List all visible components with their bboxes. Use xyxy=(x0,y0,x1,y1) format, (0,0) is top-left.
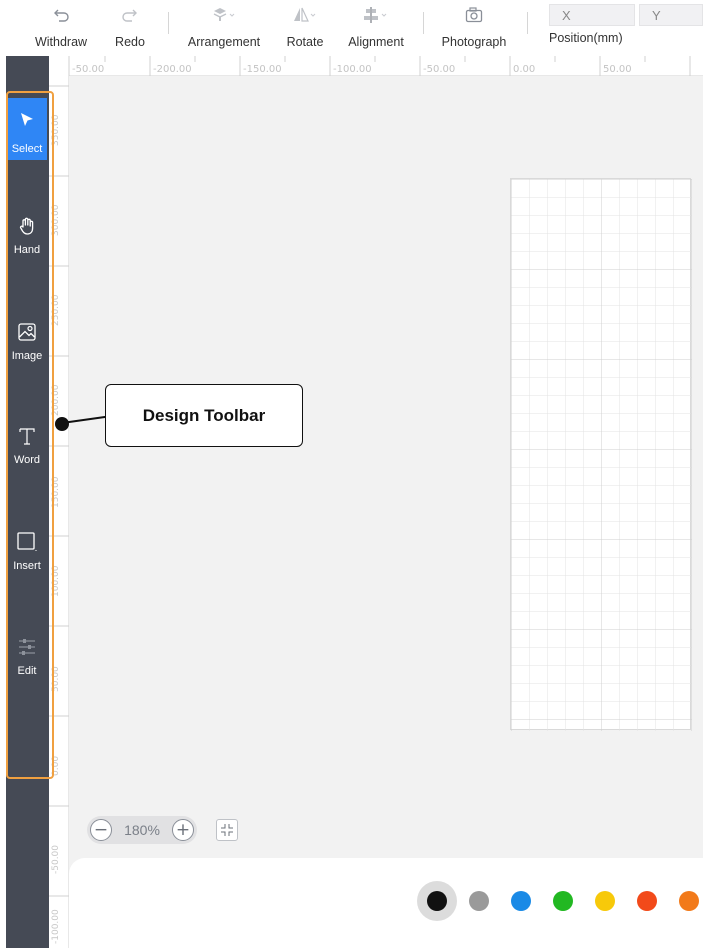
top-toolbar: Withdraw Redo Arrangement Rotate Alignme… xyxy=(0,0,703,56)
flip-icon xyxy=(292,2,318,28)
zoom-out-button[interactable]: − xyxy=(90,819,112,841)
arrangement-label: Arrangement xyxy=(187,35,261,49)
ruler-label: -200.00 xyxy=(153,64,192,75)
redo-label: Redo xyxy=(115,35,145,49)
photograph-label: Photograph xyxy=(441,35,507,49)
ruler-label: -100.00 xyxy=(51,909,61,944)
toolbar-divider xyxy=(168,12,169,34)
zoom-control: − 180% + xyxy=(87,816,197,844)
position-x-field[interactable]: X xyxy=(549,4,635,26)
ruler-label: -50.00 xyxy=(423,64,456,75)
color-swatch-black[interactable] xyxy=(427,891,447,911)
ruler-label: -150.00 xyxy=(243,64,282,75)
ruler-label: -100.00 xyxy=(333,64,372,75)
camera-icon xyxy=(465,2,483,28)
color-swatch-gray[interactable] xyxy=(469,891,489,911)
withdraw-label: Withdraw xyxy=(34,35,88,49)
toolbar-divider xyxy=(527,12,528,34)
ruler-label: 0.00 xyxy=(513,64,536,75)
toolbar-highlight xyxy=(6,91,54,779)
position-label: Position(mm) xyxy=(549,31,623,45)
redo-icon xyxy=(122,2,138,28)
withdraw-button[interactable]: Withdraw xyxy=(30,2,92,54)
ruler-label: -50.00 xyxy=(72,64,105,75)
design-toolbar-callout: Design Toolbar xyxy=(105,384,303,447)
color-swatch-red[interactable] xyxy=(637,891,657,911)
alignment-button[interactable]: Alignment xyxy=(343,2,409,54)
position-y-field[interactable]: Y xyxy=(639,4,703,26)
arrangement-button[interactable]: Arrangement xyxy=(183,2,265,54)
align-icon xyxy=(363,2,389,28)
color-swatch-blue[interactable] xyxy=(511,891,531,911)
zoom-value: 180% xyxy=(124,822,160,838)
fit-screen-icon xyxy=(221,824,233,836)
redo-button[interactable]: Redo xyxy=(110,2,150,54)
toolbar-divider xyxy=(423,12,424,34)
alignment-label: Alignment xyxy=(348,35,404,49)
ruler-label: 50.00 xyxy=(603,64,632,75)
fit-screen-button[interactable] xyxy=(216,819,238,841)
undo-icon xyxy=(53,2,69,28)
grid-lines xyxy=(511,179,692,731)
rotate-label: Rotate xyxy=(286,35,324,49)
ruler-label: -50.00 xyxy=(51,844,61,874)
callout-pointer-dot xyxy=(55,417,69,431)
layers-icon xyxy=(211,2,237,28)
work-grid[interactable] xyxy=(510,178,692,731)
color-swatch-yellow[interactable] xyxy=(595,891,615,911)
zoom-in-button[interactable]: + xyxy=(172,819,194,841)
photograph-button[interactable]: Photograph xyxy=(438,2,510,54)
color-swatch-green[interactable] xyxy=(553,891,573,911)
horizontal-ruler: -50.00 -200.00 -150.00 -100.00 -50.00 0.… xyxy=(49,56,703,76)
rotate-button[interactable]: Rotate xyxy=(283,2,327,54)
color-swatch-orange[interactable] xyxy=(679,891,699,911)
